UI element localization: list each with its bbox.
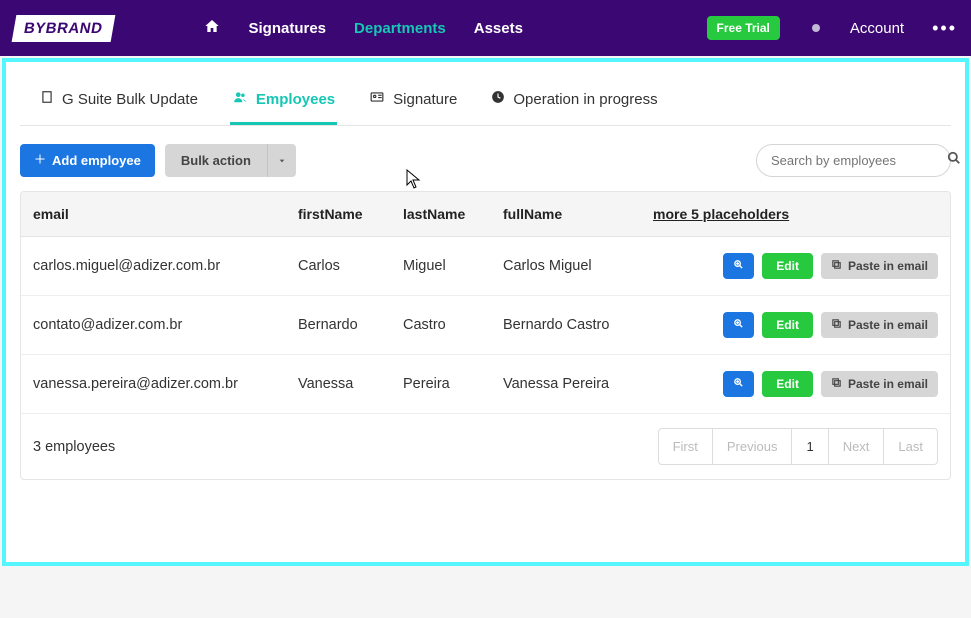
table-row: carlos.miguel@adizer.com.br Carlos Migue… — [21, 237, 950, 296]
table-row: vanessa.pereira@adizer.com.br Vanessa Pe… — [21, 355, 950, 414]
col-lastname: lastName — [403, 206, 503, 222]
nav-signatures[interactable]: Signatures — [249, 20, 327, 37]
main-panel: G Suite Bulk Update Employees Signature … — [6, 62, 965, 562]
search-input[interactable] — [771, 153, 947, 168]
cell-firstname: Vanessa — [298, 376, 403, 392]
tab-label: Operation in progress — [513, 91, 657, 108]
building-icon — [40, 90, 54, 108]
row-actions: Edit Paste in email — [653, 371, 938, 397]
search-input-wrap[interactable] — [756, 144, 951, 177]
free-trial-button[interactable]: Free Trial — [707, 16, 780, 40]
cell-fullname: Vanessa Pereira — [503, 376, 653, 392]
page-first[interactable]: First — [658, 428, 713, 465]
paste-label: Paste in email — [848, 318, 928, 332]
magnify-icon — [733, 377, 744, 391]
cell-email: vanessa.pereira@adizer.com.br — [33, 376, 298, 392]
clock-icon — [491, 90, 505, 108]
cell-email: carlos.miguel@adizer.com.br — [33, 258, 298, 274]
page-current[interactable]: 1 — [792, 428, 828, 465]
view-button[interactable] — [723, 253, 754, 279]
cell-email: contato@adizer.com.br — [33, 317, 298, 333]
edit-button[interactable]: Edit — [762, 371, 813, 397]
paste-button[interactable]: Paste in email — [821, 371, 938, 397]
bulk-action-button[interactable]: Bulk action — [165, 144, 267, 177]
chevron-down-icon — [278, 153, 286, 168]
account-link[interactable]: Account — [850, 20, 904, 37]
row-actions: Edit Paste in email — [653, 253, 938, 279]
edit-button[interactable]: Edit — [762, 312, 813, 338]
magnify-icon — [733, 259, 744, 273]
page-last[interactable]: Last — [884, 428, 938, 465]
view-button[interactable] — [723, 371, 754, 397]
col-fullname: fullName — [503, 206, 653, 222]
tabbar: G Suite Bulk Update Employees Signature … — [20, 76, 951, 126]
brand-logo: BYBRAND — [12, 15, 115, 42]
id-card-icon — [369, 90, 385, 108]
edit-button[interactable]: Edit — [762, 253, 813, 279]
page-next[interactable]: Next — [829, 428, 885, 465]
page-previous[interactable]: Previous — [713, 428, 793, 465]
pagination: First Previous 1 Next Last — [658, 428, 938, 465]
cell-lastname: Miguel — [403, 258, 503, 274]
employees-table: email firstName lastName fullName more 5… — [20, 191, 951, 480]
add-employee-label: Add employee — [52, 153, 141, 168]
cell-fullname: Carlos Miguel — [503, 258, 653, 274]
tab-label: G Suite Bulk Update — [62, 91, 198, 108]
users-icon — [232, 90, 248, 108]
topbar: BYBRAND Signatures Departments Assets Fr… — [0, 0, 971, 56]
tab-label: Employees — [256, 91, 335, 108]
nav-assets[interactable]: Assets — [474, 20, 523, 37]
cell-fullname: Bernardo Castro — [503, 317, 653, 333]
tab-gsuite[interactable]: G Suite Bulk Update — [38, 76, 200, 125]
view-button[interactable] — [723, 312, 754, 338]
row-actions: Edit Paste in email — [653, 312, 938, 338]
tab-signature[interactable]: Signature — [367, 76, 459, 125]
table-row: contato@adizer.com.br Bernardo Castro Be… — [21, 296, 950, 355]
table-header: email firstName lastName fullName more 5… — [21, 192, 950, 237]
cell-lastname: Pereira — [403, 376, 503, 392]
table-footer: 3 employees First Previous 1 Next Last — [21, 414, 950, 479]
tab-operation[interactable]: Operation in progress — [489, 76, 659, 125]
cell-lastname: Castro — [403, 317, 503, 333]
magnify-icon — [733, 318, 744, 332]
col-email: email — [33, 206, 298, 222]
home-icon[interactable] — [203, 18, 221, 39]
paste-button[interactable]: Paste in email — [821, 312, 938, 338]
main-nav: Signatures Departments Assets — [203, 18, 523, 39]
copy-icon — [831, 318, 842, 332]
notification-dot[interactable] — [812, 24, 820, 32]
add-employee-button[interactable]: Add employee — [20, 144, 155, 177]
plus-icon — [34, 153, 46, 168]
paste-label: Paste in email — [848, 377, 928, 391]
cell-firstname: Carlos — [298, 258, 403, 274]
cell-firstname: Bernardo — [298, 317, 403, 333]
nav-departments[interactable]: Departments — [354, 20, 446, 37]
toolbar: Add employee Bulk action — [20, 126, 951, 191]
paste-button[interactable]: Paste in email — [821, 253, 938, 279]
tab-employees[interactable]: Employees — [230, 76, 337, 125]
col-more-placeholders[interactable]: more 5 placeholders — [653, 206, 938, 222]
copy-icon — [831, 259, 842, 273]
search-icon — [947, 151, 961, 170]
copy-icon — [831, 377, 842, 391]
col-firstname: firstName — [298, 206, 403, 222]
bulk-action-caret[interactable] — [267, 144, 296, 177]
employee-count: 3 employees — [33, 439, 658, 455]
more-menu-icon[interactable]: ••• — [932, 18, 957, 39]
paste-label: Paste in email — [848, 259, 928, 273]
tab-label: Signature — [393, 91, 457, 108]
